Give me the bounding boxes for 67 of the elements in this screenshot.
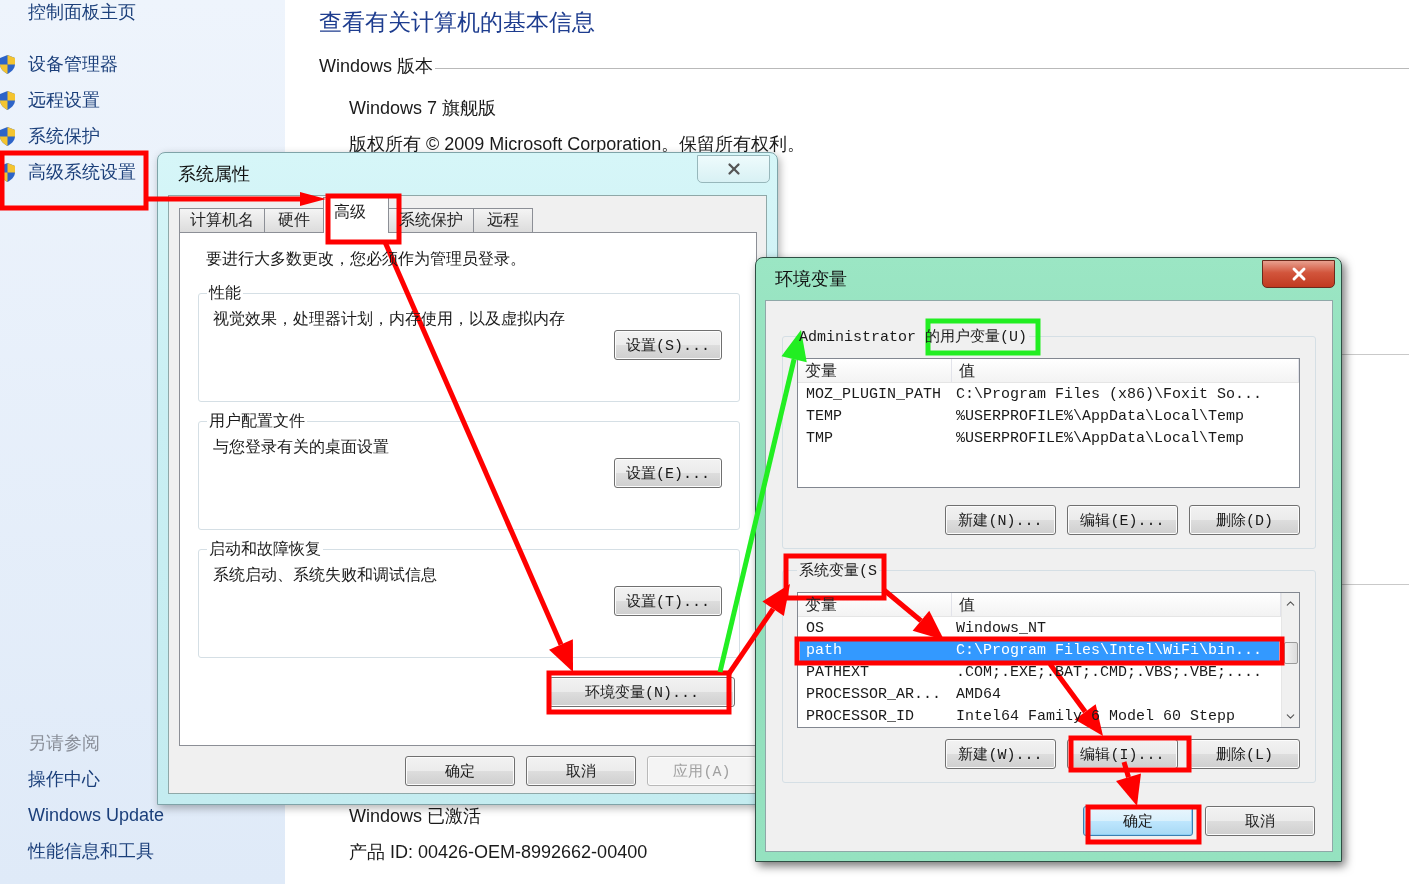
window-title: 环境变量 [775, 268, 847, 291]
list-action-button[interactable]: 新建(W)... [945, 739, 1056, 769]
list-action-button[interactable]: 新建(N)... [945, 505, 1056, 535]
list-row[interactable]: PROCESSOR_ID Intel64 Family 6 Model 60 Stepp [800, 706, 1279, 727]
dialog-button[interactable]: 确定 [405, 756, 515, 786]
list-action-button[interactable]: 删除(L) [1189, 739, 1300, 769]
edition-text: Windows 7 旗舰版 [349, 97, 497, 120]
close-button[interactable] [1262, 260, 1335, 288]
table-cell-text: C:\Program Files\Intel\WiFi\bin... [955, 641, 1264, 661]
table-cell-text: Windows_NT [955, 619, 1047, 639]
group-description: 与您登录有关的桌面设置 [213, 437, 389, 457]
see-also-heading: 另请参阅 [27, 732, 100, 755]
page-title: 查看有关计算机的基本信息 [319, 8, 595, 37]
list-row[interactable]: TEMP %USERPROFILE%\AppData\Local\Temp [800, 406, 1297, 428]
table-cell-text: path [805, 641, 843, 661]
list-action-button[interactable]: 编辑(E)... [1067, 505, 1178, 535]
product-id-text: 产品 ID: 00426-OEM-8992662-00400 [349, 841, 648, 864]
table-cell-text: C:\Program Files (x86)\Foxit So... [955, 385, 1264, 405]
table-cell-text: %USERPROFILE%\AppData\Local\Temp [955, 429, 1246, 449]
table-cell-text: TEMP [805, 407, 843, 427]
scrollbar[interactable] [1281, 593, 1299, 727]
tab[interactable]: 计算机名 [179, 208, 265, 232]
environment-variables-button[interactable]: 环境变量(N)... [549, 677, 735, 707]
settings-button[interactable]: 设置(S)... [614, 330, 722, 360]
shield-icon [0, 54, 15, 74]
column-header[interactable]: 值 [952, 359, 1299, 382]
table-cell-text: MOZ_PLUGIN_PATH [805, 385, 943, 405]
sidebar-link[interactable]: Windows Update [0, 797, 165, 833]
list-row[interactable]: OS Windows_NT [800, 618, 1279, 640]
activation-text: Windows 已激活 [349, 805, 482, 828]
sidebar-link[interactable]: 远程设置 [0, 82, 100, 118]
sidebar-link[interactable]: 系统保护 [0, 118, 100, 154]
dialog-button[interactable]: 取消 [1205, 806, 1315, 836]
sidebar-link[interactable]: 高级系统设置 [0, 154, 136, 190]
table-cell-text: PROCESSOR_AR... [805, 685, 943, 705]
table-cell-text: PROCESSOR_ID [805, 707, 916, 727]
section-heading: Windows 版本 [319, 55, 434, 78]
shield-icon [0, 90, 15, 110]
table-cell-text: %USERPROFILE%\AppData\Local\Temp [955, 407, 1246, 427]
list-action-button[interactable]: 删除(D) [1189, 505, 1300, 535]
sidebar-link[interactable]: 操作中心 [0, 761, 100, 797]
group-title: 性能 [207, 283, 242, 303]
sidebar-link[interactable]: 性能信息和工具 [0, 833, 154, 869]
table-cell-text: OS [805, 619, 825, 639]
list-row[interactable]: MOZ_PLUGIN_PATH C:\Program Files (x86)\Foxit So... [800, 384, 1297, 406]
group-description: 系统启动、系统失败和调试信息 [213, 565, 437, 585]
group-title: 用户配置文件 [208, 411, 306, 431]
table-cell-text: TMP [805, 429, 834, 449]
tab[interactable]: 远程 [473, 208, 533, 232]
group-title: 启动和故障恢复 [208, 539, 322, 559]
sidebar-link[interactable]: 设备管理器 [0, 46, 118, 82]
settings-button[interactable]: 设置(E)... [614, 458, 722, 488]
copyright-text: 版权所有 © 2009 Microsoft Corporation。保留所有权利。 [349, 133, 806, 156]
shield-icon [0, 126, 15, 146]
table-cell-text: PATHEXT [805, 663, 870, 683]
list-row[interactable]: PROCESSOR_AR... AMD64 [800, 684, 1279, 706]
list-row[interactable]: TMP %USERPROFILE%\AppData\Local\Temp [800, 428, 1297, 450]
group-title: 系统变量(S [798, 561, 878, 580]
window-title: 系统属性 [178, 163, 250, 186]
table-cell-text: AMD64 [955, 685, 1002, 705]
close-button[interactable] [697, 155, 770, 183]
table-cell-text: Intel64 Family 6 Model 60 Stepp [955, 707, 1237, 727]
variable-list[interactable]: 变量 值 MOZ_PLUGIN_PATH C:\Program Files (x86)\Foxit So... TEMP %USERPROFILE%\AppData\Local\Temp TMP %USERPROFILE%\AppData\Local\Temp [797, 358, 1300, 488]
dialog-button[interactable]: 取消 [526, 756, 636, 786]
tab[interactable]: 硬件 [264, 208, 324, 232]
settings-button[interactable]: 设置(T)... [614, 586, 722, 616]
home-link[interactable]: 控制面板主页 [0, 0, 136, 22]
